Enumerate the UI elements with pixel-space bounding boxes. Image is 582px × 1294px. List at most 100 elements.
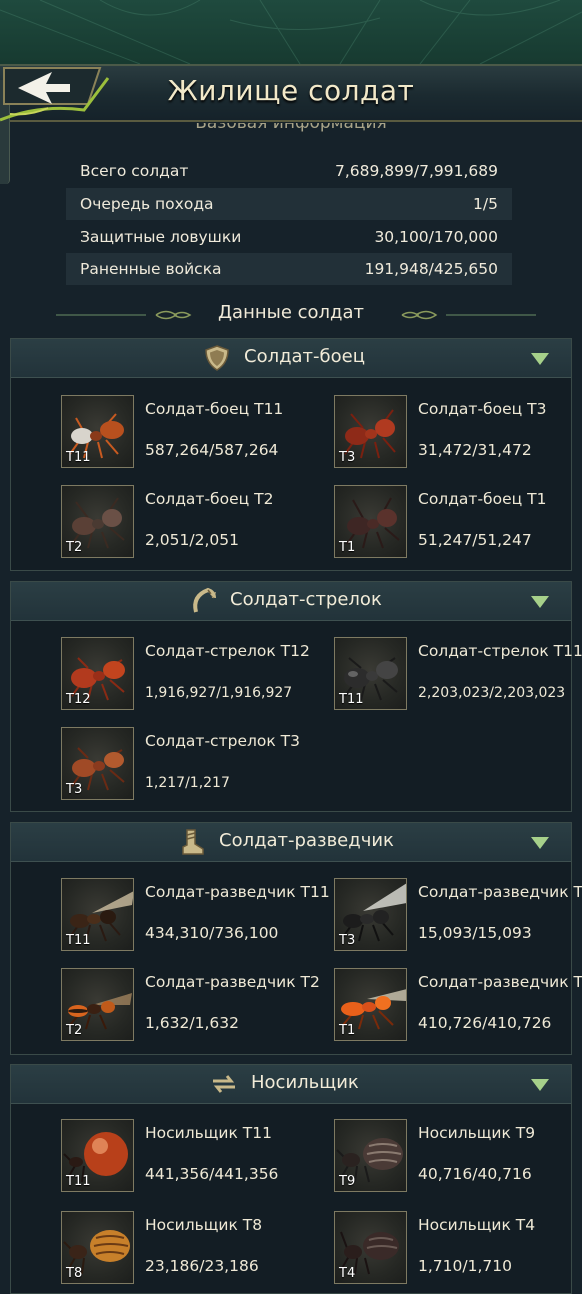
- chevron-down-icon[interactable]: [531, 353, 549, 365]
- tier-label: T11: [339, 692, 364, 707]
- group-fighter: Солдат-боец T11 Солдат-боец T11 587,264/…: [10, 338, 572, 571]
- info-value: 7,689,899/7,991,689: [335, 162, 498, 180]
- unit-portrait: T1: [334, 968, 407, 1041]
- unit-name: Носильщик T8: [145, 1216, 263, 1234]
- group-shooter: Солдат-стрелок T12 Солдат-стрелок T12 1,…: [10, 581, 582, 812]
- carry-arrows-icon: [213, 1075, 235, 1093]
- unit-card[interactable]: T11 Солдат-разведчик T11 434,310/736,100: [61, 878, 331, 958]
- group-header-shooter[interactable]: Солдат-стрелок: [11, 582, 571, 621]
- info-label: Раненные войска: [80, 260, 222, 278]
- page-title: Жилище солдат: [167, 74, 415, 107]
- unit-portrait: T3: [334, 395, 407, 468]
- unit-count: 2,051/2,051: [145, 531, 239, 549]
- unit-portrait: T11: [334, 637, 407, 710]
- chevron-down-icon[interactable]: [531, 596, 549, 608]
- unit-portrait: T2: [61, 968, 134, 1041]
- unit-name: Солдат-боец T1: [418, 490, 547, 508]
- unit-count: 441,356/441,356: [145, 1165, 279, 1183]
- unit-card[interactable]: T11 Солдат-стрелок T11 2,203,023/2,203,0…: [334, 637, 582, 717]
- unit-name: Носильщик T4: [418, 1216, 536, 1234]
- info-label: Всего солдат: [80, 162, 189, 180]
- unit-portrait: T3: [334, 878, 407, 951]
- info-label: Очередь похода: [80, 195, 214, 213]
- tier-label: T12: [66, 692, 91, 707]
- shield-icon: [205, 345, 229, 371]
- unit-portrait: T12: [61, 637, 134, 710]
- unit-portrait: T8: [61, 1211, 134, 1284]
- unit-count: 40,716/40,716: [418, 1165, 532, 1183]
- unit-portrait: T9: [334, 1119, 407, 1192]
- tier-label: T3: [339, 933, 356, 948]
- unit-portrait: T2: [61, 485, 134, 558]
- web-decoration: [0, 0, 582, 64]
- unit-portrait: T3: [61, 727, 134, 800]
- chevron-down-icon[interactable]: [531, 1079, 549, 1091]
- unit-card[interactable]: T2 Солдат-разведчик T2 1,632/1,632: [61, 968, 331, 1048]
- unit-name: Солдат-стрелок T12: [145, 642, 310, 660]
- unit-count: 410,726/410,726: [418, 1014, 552, 1032]
- tier-label: T3: [339, 450, 356, 465]
- group-title: Солдат-разведчик: [219, 830, 394, 851]
- info-row-total-soldiers: Всего солдат 7,689,899/7,991,689: [66, 155, 512, 187]
- unit-card[interactable]: T2 Солдат-боец T2 2,051/2,051: [61, 485, 331, 565]
- unit-card[interactable]: T3 Солдат-стрелок T3 1,217/1,217: [61, 727, 331, 807]
- unit-card[interactable]: T11 Носильщик T11 441,356/441,356: [61, 1119, 331, 1199]
- unit-name: Солдат-боец T2: [145, 490, 274, 508]
- unit-name: Солдат-разведчик T2: [145, 973, 320, 991]
- tier-label: T3: [66, 782, 83, 797]
- unit-card[interactable]: T12 Солдат-стрелок T12 1,916,927/1,916,9…: [61, 637, 331, 717]
- group-title: Носильщик: [251, 1072, 359, 1093]
- unit-card[interactable]: T4 Носильщик T4 1,710/1,710: [334, 1211, 582, 1291]
- unit-portrait: T4: [334, 1211, 407, 1284]
- group-title: Солдат-стрелок: [230, 589, 382, 610]
- unit-count: 1,710/1,710: [418, 1257, 512, 1275]
- unit-card[interactable]: T1 Солдат-боец T1 51,247/51,247: [334, 485, 582, 565]
- unit-count: 15,093/15,093: [418, 924, 532, 942]
- chevron-down-icon[interactable]: [531, 837, 549, 849]
- unit-name: Солдат-стрелок T11: [418, 642, 582, 660]
- tier-label: T11: [66, 450, 91, 465]
- info-value: 191,948/425,650: [364, 260, 498, 278]
- unit-name: Носильщик T11: [145, 1124, 272, 1142]
- unit-card[interactable]: T3 Солдат-разведчик T3 15,093/15,093: [334, 878, 582, 958]
- group-header-scout[interactable]: Солдат-разведчик: [11, 823, 571, 862]
- unit-name: Солдат-разведчик T1: [418, 973, 582, 991]
- info-value: 30,100/170,000: [374, 228, 498, 246]
- group-carrier: Носильщик T11 Носильщик T11 441,356/441,…: [10, 1064, 572, 1294]
- tier-label: T9: [339, 1174, 356, 1189]
- unit-card[interactable]: T1 Солдат-разведчик T1 410,726/410,726: [334, 968, 582, 1048]
- info-value: 1/5: [473, 195, 498, 213]
- top-background: [0, 0, 582, 64]
- unit-name: Солдат-боец T11: [145, 400, 284, 418]
- unit-count: 51,247/51,247: [418, 531, 532, 549]
- tier-label: T2: [66, 540, 83, 555]
- unit-portrait: T11: [61, 878, 134, 951]
- unit-portrait: T11: [61, 1119, 134, 1192]
- unit-name: Солдат-разведчик T3: [418, 883, 582, 901]
- boot-icon: [182, 829, 204, 855]
- group-header-fighter[interactable]: Солдат-боец: [11, 339, 571, 378]
- unit-card[interactable]: T11 Солдат-боец T11 587,264/587,264: [61, 395, 331, 475]
- tier-label: T11: [66, 1174, 91, 1189]
- unit-count: 1,632/1,632: [145, 1014, 239, 1032]
- basic-info-heading: Базовая информация: [195, 123, 387, 133]
- unit-name: Солдат-боец T3: [418, 400, 547, 418]
- tier-label: T1: [339, 1023, 356, 1038]
- unit-count: 2,203,023/2,203,023: [418, 685, 566, 701]
- unit-count: 434,310/736,100: [145, 924, 279, 942]
- unit-count: 23,186/23,186: [145, 1257, 259, 1275]
- info-label: Защитные ловушки: [80, 228, 242, 246]
- unit-count: 1,217/1,217: [145, 775, 230, 791]
- unit-count: 587,264/587,264: [145, 441, 279, 459]
- tier-label: T11: [66, 933, 91, 948]
- group-header-carrier[interactable]: Носильщик: [11, 1065, 571, 1104]
- group-title: Солдат-боец: [244, 346, 365, 367]
- unit-card[interactable]: T8 Носильщик T8 23,186/23,186: [61, 1211, 331, 1291]
- bow-icon: [193, 587, 216, 613]
- unit-name: Солдат-стрелок T3: [145, 732, 300, 750]
- tier-label: T2: [66, 1023, 83, 1038]
- unit-card[interactable]: T3 Солдат-боец T3 31,472/31,472: [334, 395, 582, 475]
- tier-label: T1: [339, 540, 356, 555]
- info-row-defense-traps: Защитные ловушки 30,100/170,000: [66, 221, 512, 253]
- unit-card[interactable]: T9 Носильщик T9 40,716/40,716: [334, 1119, 582, 1199]
